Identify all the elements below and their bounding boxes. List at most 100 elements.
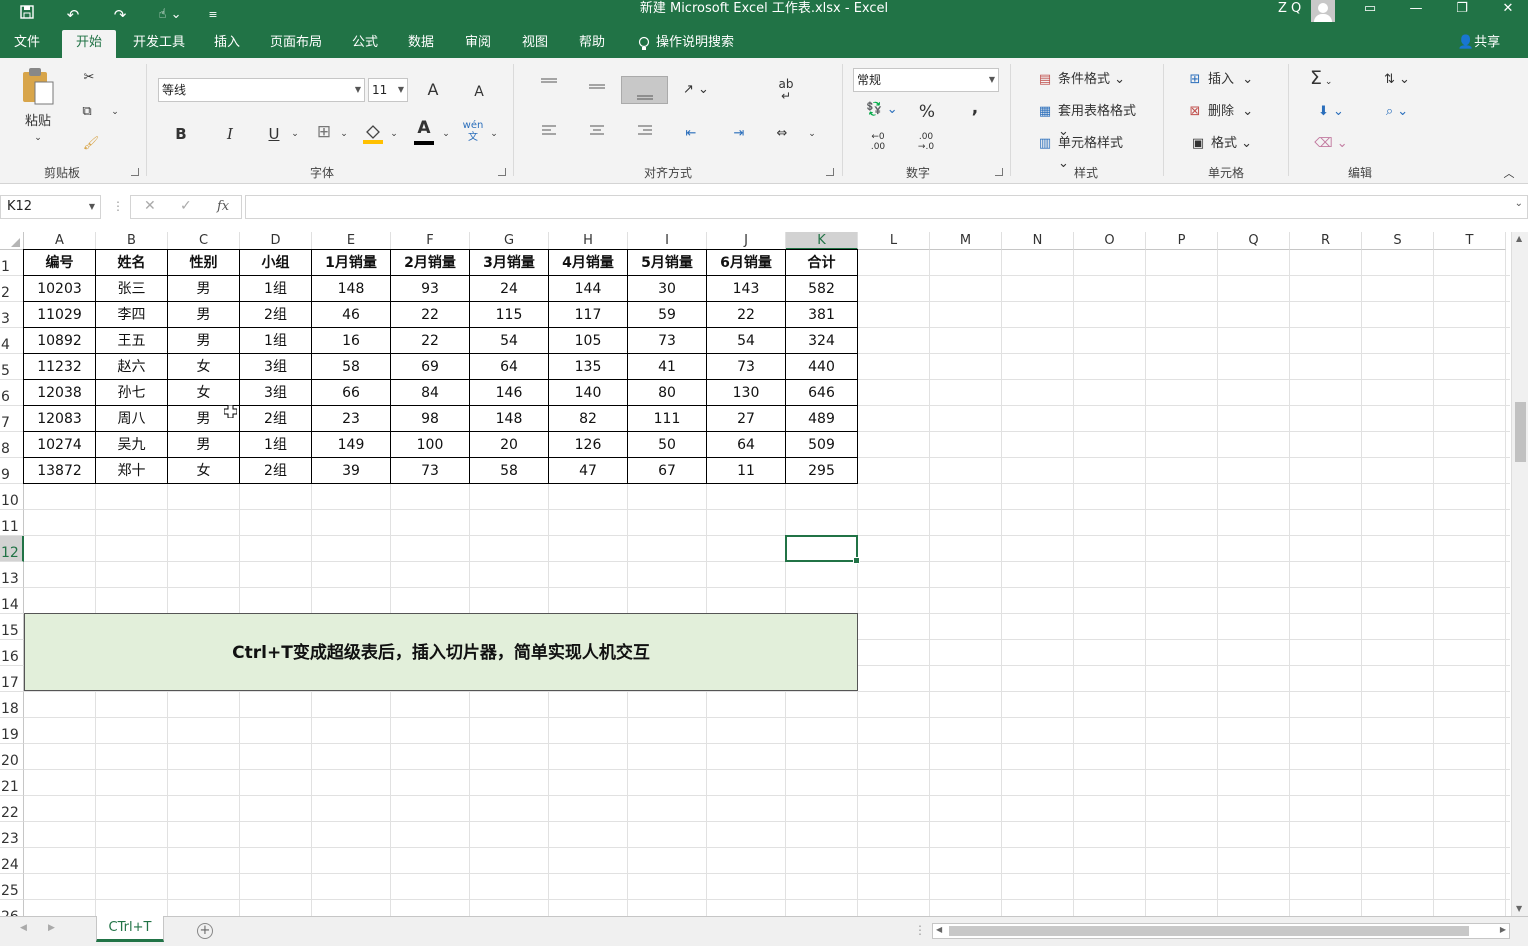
column-header-f[interactable]: F xyxy=(391,232,470,250)
table-cell[interactable]: 赵六 xyxy=(96,354,168,380)
table-cell[interactable]: 54 xyxy=(470,328,549,354)
merge-center-icon[interactable]: ⇔ xyxy=(771,124,793,144)
table-format-icon[interactable]: ▦ xyxy=(1034,102,1056,122)
table-cell[interactable]: 115 xyxy=(470,302,549,328)
table-cell[interactable]: 男 xyxy=(168,328,240,354)
delete-cells-icon[interactable]: ⊠ xyxy=(1184,102,1206,122)
border-icon[interactable]: ⊞ xyxy=(312,122,336,142)
column-header-p[interactable]: P xyxy=(1146,232,1218,250)
table-header-cell[interactable]: 2月销量 xyxy=(391,249,470,276)
cell-styles-icon[interactable]: ▥ xyxy=(1034,134,1056,154)
table-cell[interactable]: 3组 xyxy=(240,354,312,380)
row-header-21[interactable]: 21 xyxy=(0,770,24,796)
format-painter-icon[interactable]: 🖌 xyxy=(80,134,102,154)
table-cell[interactable]: 2组 xyxy=(240,406,312,432)
table-cell[interactable]: 646 xyxy=(786,380,858,406)
table-cell[interactable]: 孙七 xyxy=(96,380,168,406)
format-cells-icon[interactable]: ▣ xyxy=(1187,134,1209,154)
minimize-icon[interactable]: — xyxy=(1393,0,1439,20)
grow-font-button[interactable]: A xyxy=(422,80,444,100)
table-cell[interactable]: 135 xyxy=(549,354,628,380)
fill-color-icon[interactable] xyxy=(361,122,385,151)
table-cell[interactable]: 1组 xyxy=(240,432,312,458)
table-cell[interactable]: 98 xyxy=(391,406,470,432)
table-cell[interactable]: 12083 xyxy=(23,406,96,432)
active-cell[interactable] xyxy=(785,535,860,564)
table-header-cell[interactable]: 姓名 xyxy=(96,249,168,276)
row-header-25[interactable]: 25 xyxy=(0,874,24,900)
user-name[interactable]: Z Q xyxy=(1278,0,1301,18)
table-cell[interactable]: 11232 xyxy=(23,354,96,380)
table-cell[interactable]: 80 xyxy=(628,380,707,406)
increase-indent-icon[interactable]: ⇥ xyxy=(728,124,750,144)
row-header-24[interactable]: 24 xyxy=(0,848,24,874)
table-cell[interactable]: 54 xyxy=(707,328,786,354)
font-color-dropdown-icon[interactable]: ⌄ xyxy=(440,124,452,144)
alignment-launcher-icon[interactable] xyxy=(826,168,834,176)
sheet-tab[interactable]: CTrl+T xyxy=(96,916,164,942)
fill-dropdown-icon[interactable]: ⌄ xyxy=(388,124,400,144)
number-launcher-icon[interactable] xyxy=(995,168,1003,176)
table-cell[interactable]: 50 xyxy=(628,432,707,458)
prev-sheet-icon[interactable]: ◀ xyxy=(20,923,27,933)
column-header-l[interactable]: L xyxy=(858,232,930,250)
table-header-cell[interactable]: 3月销量 xyxy=(470,249,549,276)
row-header-4[interactable]: 4 xyxy=(0,328,24,354)
name-box[interactable]: K12 ▼ xyxy=(0,195,101,219)
increase-decimal-icon[interactable]: ←0.00 xyxy=(866,132,890,152)
close-icon[interactable]: ✕ xyxy=(1485,0,1528,20)
table-cell[interactable]: 149 xyxy=(312,432,391,458)
table-header-cell[interactable]: 4月销量 xyxy=(549,249,628,276)
table-cell[interactable]: 93 xyxy=(391,276,470,302)
row-header-9[interactable]: 9 xyxy=(0,458,24,484)
font-name-combo[interactable]: 等线 ▼ xyxy=(158,78,365,102)
shrink-font-button[interactable]: A xyxy=(468,82,490,102)
orientation-icon[interactable]: ↗ ⌄ xyxy=(680,80,712,100)
table-cell[interactable]: 105 xyxy=(549,328,628,354)
row-header-18[interactable]: 18 xyxy=(0,692,24,718)
paste-dropdown-icon[interactable]: ⌄ xyxy=(28,128,48,148)
row-header-2[interactable]: 2 xyxy=(0,276,24,302)
table-cell[interactable]: 148 xyxy=(312,276,391,302)
table-cell[interactable]: 143 xyxy=(707,276,786,302)
insert-cells-button[interactable]: 插入 ⌄ xyxy=(1208,70,1264,90)
table-cell[interactable]: 324 xyxy=(786,328,858,354)
table-cell[interactable]: 李四 xyxy=(96,302,168,328)
row-header-12[interactable]: 12 xyxy=(0,536,24,562)
underline-button[interactable]: U xyxy=(262,124,286,144)
share-button[interactable]: 👤共享 xyxy=(1454,30,1504,58)
border-dropdown-icon[interactable]: ⌄ xyxy=(338,124,350,144)
table-cell[interactable]: 130 xyxy=(707,380,786,406)
table-cell[interactable]: 69 xyxy=(391,354,470,380)
table-cell[interactable]: 2组 xyxy=(240,302,312,328)
row-header-7[interactable]: 7 xyxy=(0,406,24,432)
align-center-icon[interactable] xyxy=(586,124,608,145)
decrease-indent-icon[interactable]: ⇤ xyxy=(680,124,702,144)
align-top-icon[interactable] xyxy=(538,76,560,97)
row-header-17[interactable]: 17 xyxy=(0,666,24,692)
merge-dropdown-icon[interactable]: ⌄ xyxy=(806,124,818,144)
table-cell[interactable]: 3组 xyxy=(240,380,312,406)
table-cell[interactable]: 女 xyxy=(168,354,240,380)
wrap-text-icon[interactable]: ab ↵ xyxy=(775,78,797,102)
column-header-o[interactable]: O xyxy=(1074,232,1146,250)
table-cell[interactable]: 张三 xyxy=(96,276,168,302)
bold-button[interactable]: B xyxy=(170,124,192,144)
table-cell[interactable]: 24 xyxy=(470,276,549,302)
table-cell[interactable]: 1组 xyxy=(240,276,312,302)
row-header-8[interactable]: 8 xyxy=(0,432,24,458)
scroll-down-icon[interactable]: ▼ xyxy=(1516,904,1522,913)
row-header-16[interactable]: 16 xyxy=(0,640,24,666)
table-cell[interactable]: 22 xyxy=(391,328,470,354)
column-header-s[interactable]: S xyxy=(1362,232,1434,250)
table-cell[interactable]: 84 xyxy=(391,380,470,406)
table-cell[interactable]: 381 xyxy=(786,302,858,328)
table-cell[interactable]: 59 xyxy=(628,302,707,328)
cancel-icon[interactable]: ✕ xyxy=(144,198,156,214)
cut-icon[interactable]: ✂ xyxy=(78,68,100,88)
table-header-cell[interactable]: 小组 xyxy=(240,249,312,276)
tab-help[interactable]: 帮助 xyxy=(571,30,613,58)
table-cell[interactable]: 82 xyxy=(549,406,628,432)
table-cell[interactable]: 67 xyxy=(628,458,707,484)
column-header-b[interactable]: B xyxy=(96,232,168,250)
